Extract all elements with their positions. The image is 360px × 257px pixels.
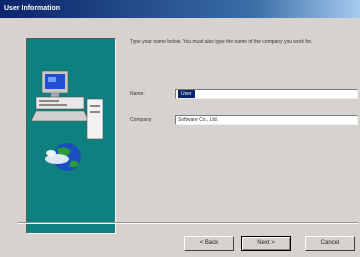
wizard-side-panel xyxy=(26,38,116,234)
company-label: Company: xyxy=(130,117,153,123)
computer-globe-graphic xyxy=(30,70,104,171)
next-button[interactable]: Next > xyxy=(241,236,291,251)
cancel-button[interactable]: Cancel xyxy=(305,236,355,251)
footer-separator xyxy=(18,222,358,224)
back-button[interactable]: < Back xyxy=(184,236,234,251)
window-title: User Information xyxy=(4,5,61,12)
computer-icon xyxy=(30,70,104,140)
name-value: User xyxy=(178,90,195,98)
name-field[interactable]: User xyxy=(175,89,358,99)
instruction-text: Type your name below. You must also type… xyxy=(130,39,313,45)
globe-icon xyxy=(45,143,81,171)
title-bar: User Information xyxy=(0,0,360,18)
name-label: Name: xyxy=(130,91,145,97)
company-field[interactable]: Software Co., Ltd. xyxy=(175,115,358,125)
